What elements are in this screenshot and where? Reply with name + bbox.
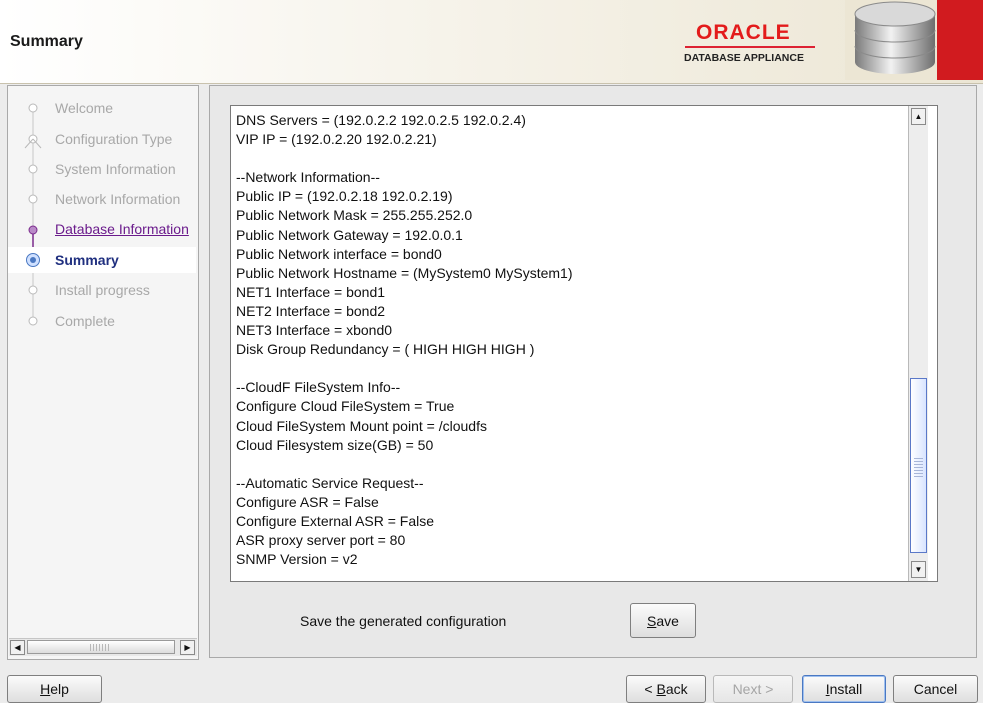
help-label-rest: elp	[50, 681, 69, 697]
step-dot-icon	[28, 103, 38, 113]
back-mnemonic: B	[656, 681, 666, 697]
summary-line: Public Network interface = bond0	[236, 245, 442, 262]
scrollbar-thumb[interactable]	[910, 378, 927, 553]
scroll-right-icon[interactable]: ▶	[180, 640, 195, 655]
scrollbar-thumb[interactable]	[27, 640, 175, 654]
step-label: Configuration Type	[55, 131, 173, 147]
summary-line	[236, 359, 906, 378]
main-content-panel: DNS Servers = (192.0.2.2 192.0.2.5 192.0…	[209, 85, 977, 658]
step-branch-icon	[24, 134, 42, 149]
save-config-label: Save the generated configuration	[300, 613, 507, 629]
logo-divider	[685, 46, 815, 48]
summary-line: Cloud Filesystem size(GB) = 50	[236, 436, 434, 453]
steps-horizontal-scrollbar[interactable]: ◀ ▶	[9, 638, 197, 656]
step-dot-icon	[28, 316, 38, 326]
steps-list: Welcome Configuration Type System Inform…	[8, 86, 196, 636]
step-dot-icon	[28, 285, 38, 295]
next-button: Next >	[713, 675, 793, 703]
summary-line	[236, 149, 906, 168]
summary-line: Configure ASR = False	[236, 493, 379, 510]
logo-brand-text: ORACLE	[696, 21, 791, 44]
summary-line: DNS Servers = (192.0.2.2 192.0.2.5 192.0…	[236, 112, 526, 128]
summary-line: NET2 Interface = bond2	[236, 302, 386, 319]
logo-subtitle: DATABASE APPLIANCE	[684, 52, 804, 64]
scroll-up-icon[interactable]: ▲	[911, 108, 926, 125]
next-label: Next >	[732, 681, 774, 697]
summary-line: VIP IP = (192.0.2.20 192.0.2.21)	[236, 131, 437, 148]
summary-content: DNS Servers = (192.0.2.2 192.0.2.5 192.0…	[236, 111, 906, 576]
step-label: Install progress	[55, 282, 150, 298]
summary-text-area[interactable]: DNS Servers = (192.0.2.2 192.0.2.5 192.0…	[230, 105, 938, 582]
summary-line: ASR proxy server port = 80	[236, 532, 406, 549]
summary-line: Configure Cloud FileSystem = True	[236, 398, 455, 415]
summary-line: NET1 Interface = bond1	[236, 283, 386, 300]
step-label[interactable]: Database Information	[55, 221, 189, 237]
header-banner: Summary ORACLE DATABASE APPLIANCE	[0, 0, 983, 84]
step-label: Summary	[55, 252, 119, 268]
step-label: System Information	[55, 161, 176, 177]
summary-line: --CloudF FileSystem Info--	[236, 379, 401, 396]
summary-line: Cloud FileSystem Mount point = /cloudfs	[236, 417, 487, 434]
step-dot-icon	[28, 194, 38, 204]
summary-line: Public Network Gateway = 192.0.0.1	[236, 226, 463, 243]
step-visited-icon	[28, 225, 38, 235]
summary-line: --Automatic Service Request--	[236, 474, 424, 491]
summary-line: SNMP Version = v2	[236, 551, 358, 568]
back-label-rest: ack	[665, 681, 688, 697]
page-title: Summary	[10, 33, 83, 50]
cancel-label: Cancel	[913, 681, 958, 697]
summary-line: Public Network Hostname = (MySystem0 MyS…	[236, 264, 573, 281]
step-markers	[24, 103, 42, 326]
back-button[interactable]: < Back	[626, 675, 706, 703]
back-arrow: <	[644, 681, 657, 697]
summary-line	[236, 455, 906, 474]
summary-line: Disk Group Redundancy = ( HIGH HIGH HIGH…	[236, 341, 535, 358]
summary-line: NET3 Interface = xbond0	[236, 322, 393, 339]
scroll-down-icon[interactable]: ▼	[911, 561, 926, 578]
database-appliance-icon	[845, 0, 983, 80]
summary-vertical-scrollbar[interactable]: ▲ ▼	[908, 106, 928, 581]
summary-line: Configure External ASR = False	[236, 512, 435, 529]
step-dot-icon	[28, 164, 38, 174]
install-button[interactable]: Install	[802, 675, 886, 703]
oracle-logo: ORACLE DATABASE APPLIANCE	[669, 12, 829, 72]
scroll-left-icon[interactable]: ◀	[10, 640, 25, 655]
help-button[interactable]: Help	[7, 675, 102, 703]
summary-line: Public Network Mask = 255.255.252.0	[236, 207, 473, 224]
step-label: Complete	[55, 313, 115, 329]
save-label-rest: ave	[656, 612, 679, 629]
step-label: Welcome	[55, 100, 114, 116]
cancel-button[interactable]: Cancel	[893, 675, 978, 703]
summary-line: --Network Information--	[236, 169, 380, 186]
step-label: Network Information	[55, 191, 181, 207]
summary-line: Public IP = (192.0.2.18 192.0.2.19)	[236, 188, 453, 205]
save-mnemonic: S	[647, 612, 657, 629]
save-button[interactable]: Save	[630, 603, 696, 638]
steps-navigation-panel: Welcome Configuration Type System Inform…	[7, 85, 199, 660]
install-label-rest: nstall	[829, 681, 863, 697]
help-mnemonic: H	[40, 681, 51, 697]
